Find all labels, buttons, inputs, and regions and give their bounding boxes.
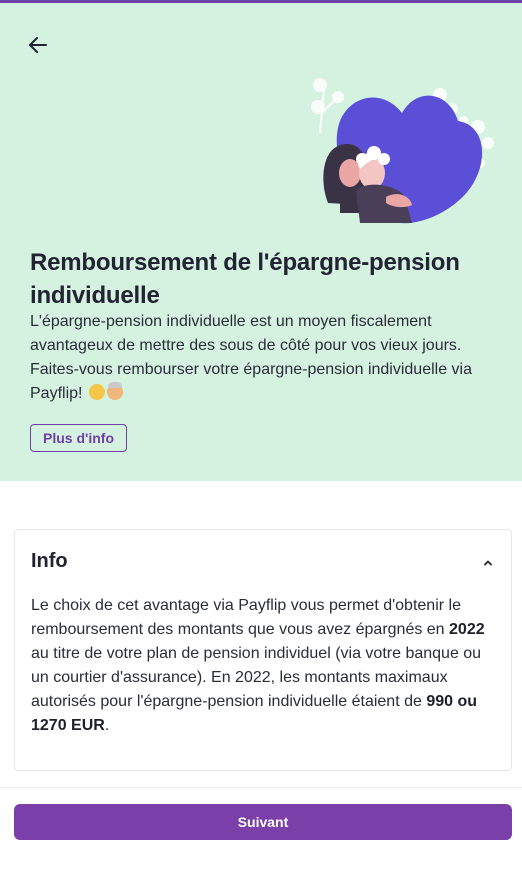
- arrow-left-icon: [29, 37, 47, 53]
- info-text-part: .: [104, 717, 110, 734]
- next-button[interactable]: Suivant: [14, 804, 512, 840]
- info-card: Info Le choix de cet avantage via Payfli…: [14, 529, 512, 771]
- info-text-part: Le choix de cet avantage via Payflip vou…: [31, 597, 461, 638]
- info-year: 2022: [449, 621, 485, 638]
- chevron-up-icon[interactable]: [481, 556, 495, 570]
- older-man-emoji: [88, 384, 105, 400]
- page-title: Remboursement de l'épargne-pension indiv…: [30, 249, 460, 309]
- couple-hug-illustration: [311, 78, 494, 224]
- info-text-part: au titre de votre plan de pension indivi…: [31, 645, 482, 710]
- footer-divider: [0, 787, 522, 788]
- more-info-button[interactable]: Plus d'info: [30, 424, 127, 452]
- hero-description: L'épargne-pension individuelle est un mo…: [30, 310, 500, 406]
- older-woman-emoji: [106, 382, 123, 400]
- hero-section: Remboursement de l'épargne-pension indiv…: [0, 3, 522, 481]
- back-button[interactable]: [24, 31, 52, 59]
- info-card-body: Le choix de cet avantage via Payflip vou…: [31, 594, 501, 738]
- info-card-title: Info: [31, 550, 68, 572]
